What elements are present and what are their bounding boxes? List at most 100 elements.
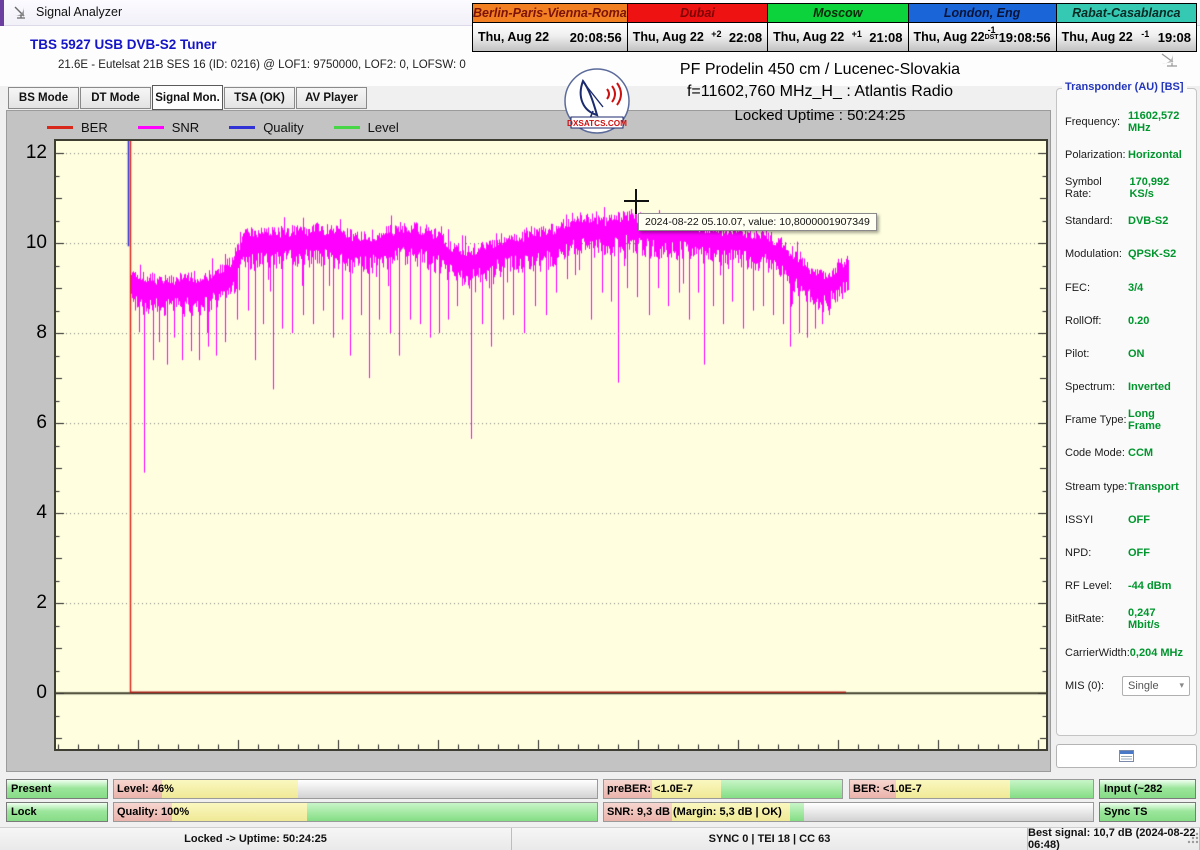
field-value: DVB-S2 <box>1128 215 1190 227</box>
window-title: Signal Analyzer <box>36 5 122 19</box>
field-value: OFF <box>1128 547 1190 559</box>
signal-chart-panel: BERSNRQualityLevel 2024-08-22 05.10.07, … <box>6 110 1051 772</box>
legend-swatch <box>47 126 73 129</box>
legend-swatch <box>334 126 360 129</box>
legend-item-level: Level <box>334 120 399 135</box>
field-label: Modulation: <box>1065 248 1122 260</box>
field-value: -44 dBm <box>1128 580 1190 592</box>
clock-date: Thu, Aug 22 <box>1062 30 1133 44</box>
window-edge-accent <box>0 0 4 26</box>
field-value: 11602,572 MHz <box>1128 110 1190 134</box>
status-uptime: Locked -> Uptime: 50:24:25 <box>0 828 512 850</box>
transponder-row-symbol-rate: Symbol Rate:170,992 KS/s <box>1065 171 1190 204</box>
clock-dubai: DubaiThu, Aug 22+222:08 <box>627 3 768 52</box>
satellite-dish-mini-icon <box>1158 52 1180 73</box>
field-value: CCM <box>1128 447 1190 459</box>
world-clocks: Berlin-Paris-Vienna-Roma Thu, Aug 22 20:08… <box>472 3 1196 52</box>
meter-segment-green <box>790 803 805 821</box>
dxsatcs-logo: DXSATCS.COM <box>563 67 631 140</box>
satellite-dish-icon <box>13 5 28 25</box>
signal-analyzer-window: Signal Analyzer TBS 5927 USB DVB-S2 Tune… <box>0 0 1200 850</box>
mode-tabs: BS ModeDT ModeSignal Mon.TSA (OK)AV Play… <box>8 87 368 110</box>
resize-grip-icon[interactable] <box>1186 831 1199 849</box>
transponder-row-code-mode: Code Mode:CCM <box>1065 437 1190 470</box>
crosshair-cursor <box>624 189 649 214</box>
field-value: Long Frame <box>1128 408 1190 432</box>
field-label: MIS (0): <box>1065 680 1104 692</box>
tab-av-player[interactable]: AV Player <box>296 87 367 109</box>
legend-label: Level <box>368 120 399 135</box>
chart-legend: BERSNRQualityLevel <box>47 116 429 138</box>
transponder-detail-button[interactable] <box>1056 744 1197 768</box>
meter-label: SNR: 9,3 dB (Margin: 5,3 dB | OK) <box>607 803 782 822</box>
quality-meter: Quality: 100% <box>113 802 598 822</box>
field-label: RollOff: <box>1065 315 1101 327</box>
meter-segment-yellow <box>162 780 297 798</box>
clock-date: Thu, Aug 22 <box>633 30 704 44</box>
field-label: BitRate: <box>1065 613 1104 625</box>
level-meter: Level: 46% <box>113 779 598 799</box>
meter-segment-green <box>721 780 842 798</box>
tab-tsa-ok-[interactable]: TSA (OK) <box>224 87 295 109</box>
transponder-row-stream-type: Stream type:Transport <box>1065 470 1190 503</box>
clock-utc-offset: -1 <box>1141 31 1149 38</box>
y-axis-label-6: 6 <box>9 412 47 434</box>
transponder-row-modulation: Modulation:QPSK-S2 <box>1065 238 1190 271</box>
clock-time-row: Thu, Aug 22-1DST19:08:56 <box>909 23 1056 51</box>
field-value: Inverted <box>1128 381 1190 393</box>
clock-date: Thu, Aug 22 <box>478 30 549 44</box>
field-value: Horizontal <box>1128 149 1190 161</box>
field-label: NPD: <box>1065 547 1091 559</box>
clock-london-eng: London, EngThu, Aug 22-1DST19:08:56 <box>908 3 1057 52</box>
meter-segment-green <box>1010 780 1093 798</box>
tab-dt-mode[interactable]: DT Mode <box>80 87 151 109</box>
meter-segment-track <box>804 803 1093 821</box>
clock-moscow: MoscowThu, Aug 22+121:08 <box>767 3 908 52</box>
field-label: ISSYI <box>1065 514 1093 526</box>
signal-history-chart[interactable] <box>54 139 1048 751</box>
clock-utc-offset: +2 <box>711 31 721 38</box>
field-value: Transport <box>1128 481 1190 493</box>
clock-city-label: Berlin-Paris-Vienna-Roma <box>473 4 627 23</box>
input-bitrate-indicator: Input (~282 Kbps) <box>1099 779 1196 799</box>
mis-dropdown[interactable]: Single▾ <box>1122 676 1190 696</box>
clock-time: 21:08 <box>869 30 902 45</box>
transponder-row-mis-0: MIS (0): Single▾ <box>1065 669 1190 702</box>
field-label: Spectrum: <box>1065 381 1115 393</box>
field-value: 0,204 MHz <box>1130 647 1190 659</box>
field-value: ON <box>1128 348 1190 360</box>
transponder-row-standard: Standard: DVB-S2 <box>1065 205 1190 238</box>
field-label: Code Mode: <box>1065 447 1125 459</box>
clock-time: 19:08:56 <box>999 30 1051 45</box>
tuner-name: TBS 5927 USB DVB-S2 Tuner <box>30 37 217 52</box>
locked-uptime-title: Locked Uptime : 50:24:25 <box>620 107 1020 124</box>
clock-time: 20:08:56 <box>570 30 622 45</box>
y-axis-label-0: 0 <box>9 682 47 704</box>
antenna-location-title: PF Prodelin 450 cm / Lucenec-Slovakia <box>620 61 1020 79</box>
clock-date: Thu, Aug 22 <box>773 30 844 44</box>
transponder-panel: Transponder (AU) [BS] Frequency:11602,57… <box>1056 88 1197 736</box>
clock-berlin-paris-vienna-roma: Berlin-Paris-Vienna-Roma Thu, Aug 22 20:08… <box>472 3 628 52</box>
frequency-service-title: f=11602,760 MHz_H_ : Atlantis Radio <box>620 83 1020 101</box>
transponder-row-bitrate: BitRate:0,247 Mbit/s <box>1065 603 1190 636</box>
status-bar: Locked -> Uptime: 50:24:25 SYNC 0 | TEI … <box>0 827 1200 850</box>
field-value: 0.20 <box>1128 315 1190 327</box>
status-sync-counters: SYNC 0 | TEI 18 | CC 63 <box>512 828 1028 850</box>
logo-text: DXSATCS.COM <box>567 119 627 128</box>
tab-signal-mon-[interactable]: Signal Mon. <box>152 85 223 110</box>
clock-date: Thu, Aug 22 <box>914 30 985 44</box>
meter-segment-yellow <box>172 803 307 821</box>
legend-label: BER <box>81 120 108 135</box>
clock-time: 19:08 <box>1158 30 1191 45</box>
legend-label: SNR <box>172 120 199 135</box>
legend-swatch <box>138 126 164 129</box>
clock-time-row: Thu, Aug 22 +1 21:08 <box>768 23 907 51</box>
legend-item-snr: SNR <box>138 120 199 135</box>
tab-bs-mode[interactable]: BS Mode <box>8 87 79 109</box>
field-label: Standard: <box>1065 215 1113 227</box>
field-label: Polarization: <box>1065 149 1126 161</box>
lock-indicator: Lock <box>6 802 108 822</box>
chevron-down-icon: ▾ <box>1179 680 1184 691</box>
clock-utc-offset: +1 <box>852 31 862 38</box>
meter-label: Quality: 100% <box>117 803 189 822</box>
